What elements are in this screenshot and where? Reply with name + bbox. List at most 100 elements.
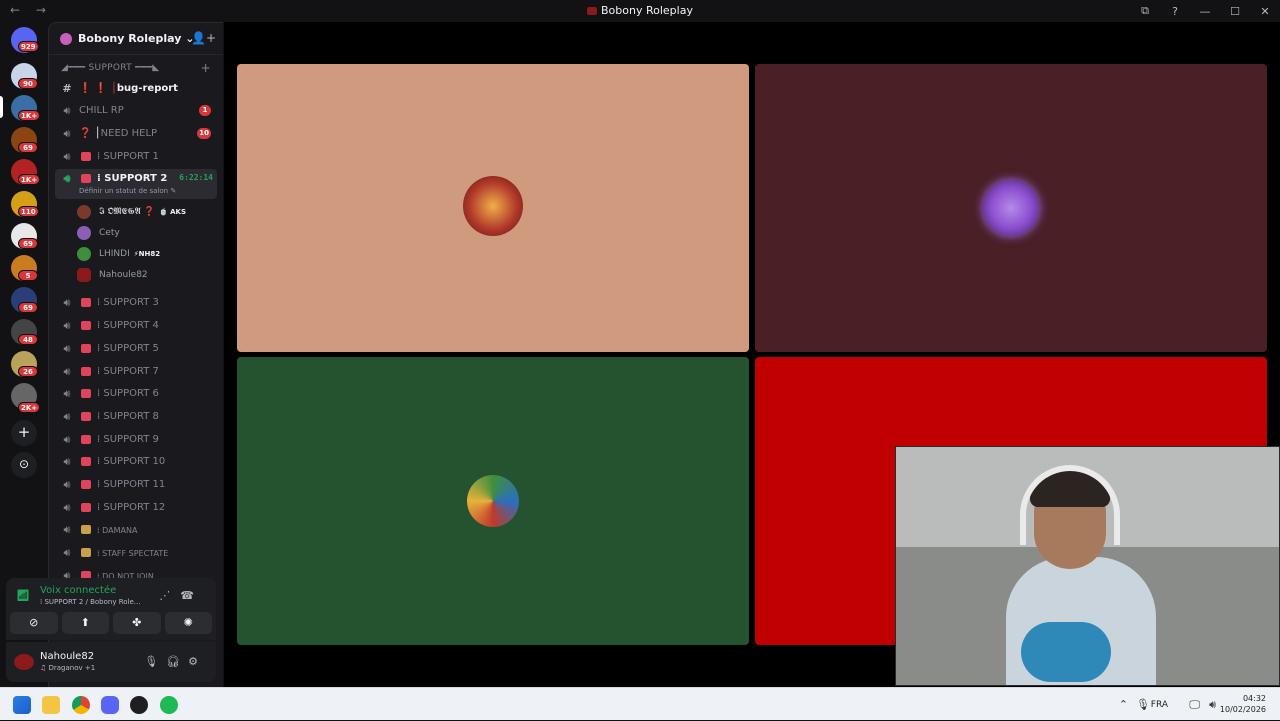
channel-support-12[interactable]: 🔊︎ ⁞ SUPPORT 12 [55, 498, 217, 518]
voice-user[interactable]: 𝕴 𝕺𝕸𝕰𝕲𝕬 ❓ 🍵 AKS [77, 202, 217, 222]
support-emoji-icon [81, 152, 91, 161]
channel-status[interactable]: Définir un statut de salon ✎ [79, 187, 176, 195]
channel-support-2[interactable]: 🔊︎ ⁞ SUPPORT 2 6:22:14 Définir un statut… [55, 169, 217, 199]
clock[interactable]: 04:32 10/02/2026 [1206, 693, 1266, 715]
voice-user-label: LHINDI ⚡NH82 [99, 249, 160, 259]
call-timer: 6:22:14 [179, 173, 213, 182]
voice-user[interactable]: Nahoule82 [77, 265, 217, 285]
channel-support-5[interactable]: 🔊︎ ⁞ SUPPORT 5 [55, 339, 217, 359]
signal-icon[interactable]: 📶︎ [16, 589, 30, 602]
speaker-icon: 🔊︎ [63, 319, 71, 332]
channel-name: NEED HELP [100, 128, 158, 139]
server-header[interactable]: Bobony Roleplay ⌄ 👤+ [49, 23, 223, 55]
channel-support-11[interactable]: 🔊︎ ⁞ SUPPORT 11 [55, 475, 217, 495]
channel-support-7[interactable]: 🔊︎ ⁞ SUPPORT 7 [55, 362, 217, 382]
camera-toggle-button[interactable]: ⊘ [10, 612, 58, 634]
channel-bug-report[interactable]: # ❗ ❗ │bug-report [55, 79, 217, 99]
voice-user[interactable]: LHINDI ⚡NH82 [77, 244, 217, 264]
support-emoji-icon [81, 480, 91, 489]
channel-label: ⁞ STAFF SPECTATE [97, 549, 168, 558]
channel-name: SUPPORT 2 [104, 173, 168, 184]
chevron-up-icon[interactable]: ⌃ [1119, 698, 1128, 711]
close-button[interactable]: ✕ [1250, 5, 1280, 18]
voice-status-title[interactable]: Voix connectée [40, 585, 116, 596]
speaker-icon: 🔊︎ [63, 501, 71, 514]
channel-name: CHILL RP [79, 105, 124, 116]
channel-prefix: ⁞ [97, 456, 101, 467]
spotify-icon[interactable] [160, 696, 178, 714]
activities-button[interactable]: ✤ [113, 612, 161, 634]
server-name[interactable]: Bobony Roleplay ⌄ [78, 32, 194, 45]
channel-support-6[interactable]: 🔊︎ ⁞ SUPPORT 6 [55, 384, 217, 404]
guild-badge: 90 [18, 78, 38, 89]
minimize-button[interactable]: — [1190, 5, 1220, 18]
screen-share-button[interactable]: ⬆ [61, 612, 109, 634]
guild-badge: 69 [18, 142, 38, 153]
channel-support-8[interactable]: 🔊︎ ⁞ SUPPORT 8 [55, 407, 217, 427]
obs-icon[interactable] [130, 696, 148, 714]
active-server-pill [0, 96, 3, 118]
participant-tile-lhindi[interactable] [237, 357, 749, 645]
speaker-icon: 🔊︎ [63, 433, 71, 446]
help-icon[interactable]: ? [1160, 5, 1190, 18]
channel-name: STAFF SPECTATE [102, 549, 169, 558]
maximize-button[interactable]: ☐ [1220, 5, 1250, 18]
speaker-icon: 🔊︎ [63, 455, 71, 468]
channel-label: ⁞ SUPPORT 1 [97, 151, 159, 162]
language-indicator[interactable]: FRA [1151, 700, 1168, 710]
channel-support-9[interactable]: 🔊︎ ⁞ SUPPORT 9 [55, 430, 217, 450]
disconnect-icon[interactable]: ☎ [180, 589, 204, 602]
participant-tile-omega[interactable] [237, 64, 749, 352]
channel-damana[interactable]: 🔊︎ ⁞ DAMANA [55, 520, 217, 540]
voice-channel-link[interactable]: ⁞ SUPPORT 2 / Bobony Role... [40, 598, 140, 606]
category-support[interactable]: ◢━━━ SUPPORT ━━━◣ + [61, 61, 221, 75]
noise-suppression-icon[interactable]: ⋰ [159, 589, 180, 602]
soundboard-button[interactable]: ✺ [164, 612, 212, 634]
channel-staff-spectate[interactable]: 🔊︎ ⁞ STAFF SPECTATE [55, 543, 217, 563]
username[interactable]: Nahoule82 [40, 651, 94, 662]
channel-name: SUPPORT 1 [103, 151, 159, 162]
guild-badge: 2K+ [18, 402, 41, 413]
headphones-icon[interactable]: 🎧︎ [166, 655, 188, 668]
invite-people-icon[interactable]: 👤+ [191, 31, 216, 45]
window-titlebar: ← → Bobony Roleplay ⧉ ? — ☐ ✕ [0, 0, 1280, 22]
channel-support-10[interactable]: 🔊︎ ⁞ SUPPORT 10 [55, 452, 217, 472]
windows-taskbar: ⌃ 🎙︎ FRA 🖵︎ 🔊︎ 04:32 10/02/2026 [0, 687, 1280, 720]
channel-support-1[interactable]: 🔊︎ ⁞ SUPPORT 1 [55, 147, 217, 167]
participant-tile-cety[interactable] [755, 64, 1267, 352]
support-emoji-icon [81, 412, 91, 421]
voice-user[interactable]: Cety [77, 223, 217, 243]
server-icon [60, 33, 72, 45]
gear-icon[interactable]: ⚙ [188, 655, 206, 668]
guild-badge: 48 [18, 334, 38, 345]
channel-name: SUPPORT 9 [103, 434, 159, 445]
microphone-icon[interactable]: 🎙︎ [1136, 698, 1150, 711]
channel-support-4[interactable]: 🔊︎ ⁞ SUPPORT 4 [55, 316, 217, 336]
microphone-icon[interactable]: 🎙︎ [144, 655, 166, 668]
create-channel-icon[interactable]: + [201, 61, 211, 75]
guild-badge: 69 [18, 238, 38, 249]
channel-need-help[interactable]: 🔊︎ ❓ │NEED HELP 10 [55, 124, 217, 144]
speaker-icon: 🔊︎ [63, 104, 71, 117]
add-server-icon[interactable]: + [11, 420, 37, 446]
channel-label: ❓ │NEED HELP [79, 128, 157, 139]
guild-badge: 69 [18, 302, 38, 313]
network-icon[interactable]: 🖵︎ [1189, 698, 1200, 712]
avatar[interactable] [14, 654, 34, 670]
windows-start-icon[interactable] [13, 696, 31, 714]
guild-badge: 5 [18, 270, 38, 281]
category-label: ◢━━━ SUPPORT ━━━◣ [61, 63, 160, 73]
channel-chill-rp[interactable]: 🔊︎ CHILL RP 1 [55, 101, 217, 121]
speaker-icon: 🔊︎ [63, 387, 71, 400]
chrome-icon[interactable] [72, 696, 90, 714]
support-emoji-icon [81, 298, 91, 307]
channel-name: SUPPORT 5 [103, 343, 159, 354]
channel-prefix: ⁞ [97, 388, 101, 399]
guild-badge: 1K+ [18, 110, 41, 121]
discord-icon[interactable] [101, 696, 119, 714]
channel-support-3[interactable]: 🔊︎ ⁞ SUPPORT 3 [55, 293, 217, 313]
file-explorer-icon[interactable] [42, 696, 60, 714]
inbox-icon[interactable]: ⧉ [1130, 4, 1160, 18]
channel-label: ❗ ❗ │bug-report [79, 83, 178, 94]
explore-icon[interactable]: ⊙ [11, 452, 37, 478]
